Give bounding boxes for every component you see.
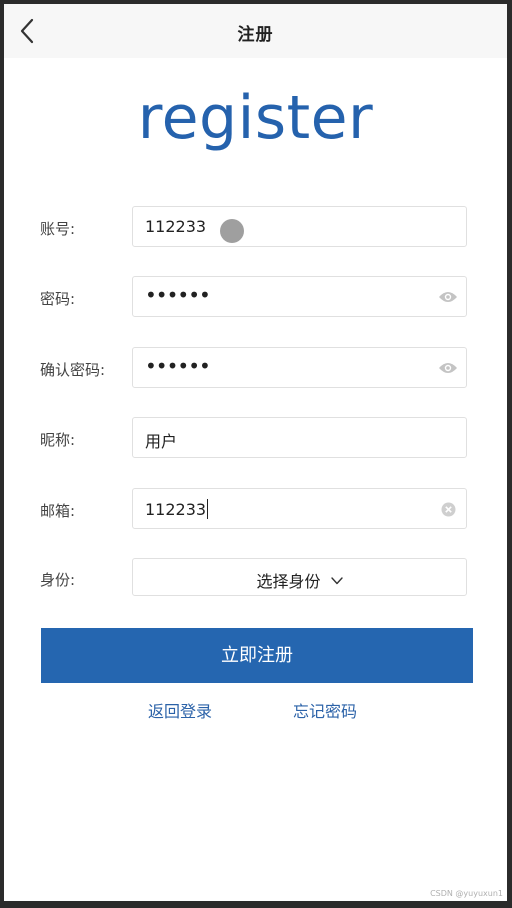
clear-icon[interactable] [441,502,456,517]
register-button[interactable]: 立即注册 [41,628,473,683]
phone-screen: 注册 register 账号: 112233 密码: •••••• 确认密码: … [4,4,507,901]
identity-select[interactable]: 选择身份 [132,558,467,596]
nickname-label: 昵称: [40,431,76,449]
page-title: 注册 [237,25,274,45]
account-label: 账号: [40,220,76,238]
email-value: 112233 [145,500,207,519]
email-value-wrap: 112233 [145,499,209,519]
chevron-down-icon [330,577,343,585]
account-value: 112233 [145,217,207,236]
confirm-password-value: •••••• [145,354,211,378]
nickname-input[interactable]: 用户 [132,417,467,458]
email-input[interactable]: 112233 [132,488,467,529]
confirm-password-label: 确认密码: [40,361,106,379]
back-to-login-link[interactable]: 返回登录 [148,698,212,722]
identity-select-text: 选择身份 [133,568,466,592]
touch-indicator [220,219,244,243]
password-input[interactable]: •••••• [132,276,467,317]
confirm-password-input[interactable]: •••••• [132,347,467,388]
password-value: •••••• [145,283,211,307]
nav-bar: 注册 [4,4,507,58]
identity-value: 选择身份 [256,572,321,591]
register-logo: register [137,83,374,153]
email-label: 邮箱: [40,502,76,520]
forgot-password-link[interactable]: 忘记密码 [293,698,357,722]
text-caret [207,499,209,519]
watermark: CSDN @yuyuxun1 [430,889,503,898]
password-label: 密码: [40,290,76,308]
nickname-value: 用户 [145,432,178,451]
eye-icon[interactable] [438,290,458,304]
account-input[interactable]: 112233 [132,206,467,247]
identity-label: 身份: [40,571,76,589]
eye-icon[interactable] [438,361,458,375]
